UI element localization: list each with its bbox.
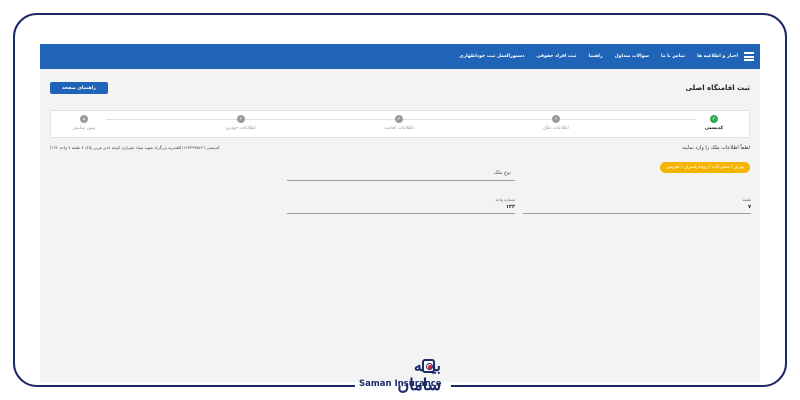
form-instruction: لطفاً اطلاعات ملک را وارد نمایید [682, 145, 750, 151]
step-number: ۴ [237, 115, 245, 123]
step-number: ۳ [395, 115, 403, 123]
logo-emblem-icon [422, 359, 435, 373]
step-postal-code[interactable]: ✓ کدپستی [679, 115, 749, 131]
property-type-select[interactable]: نوع ملک [287, 165, 515, 181]
floor-value: ۷ [747, 204, 751, 210]
nav-item-news[interactable]: اخبار و اطلاعیه ها [697, 54, 738, 59]
step-property-info[interactable]: ۲ اطلاعات ملک [521, 115, 591, 131]
nav-item-guide[interactable]: راهنما [589, 54, 603, 59]
step-label: اطلاعات ملک [543, 126, 569, 131]
progress-stepper: ✓ کدپستی ۲ اطلاعات ملک ۳ اطلاعات اقامت ۴… [50, 110, 750, 138]
property-type-placeholder: نوع ملک [493, 170, 511, 176]
step-preview[interactable]: ۵ پیش نمایش [49, 115, 119, 131]
page-title: ثبت اقامتگاه اصلی [685, 84, 750, 92]
step-vehicle-info[interactable]: ۴ اطلاعات خودرو [206, 115, 276, 131]
unit-number-field[interactable]: شماره واحد ۱۳۲ [287, 194, 515, 214]
step-label: اطلاعات خودرو [226, 126, 256, 131]
page-help-button[interactable]: راهنمای صفحه [50, 82, 108, 94]
nav-item-instructions[interactable]: دستورالعمل ثبت خوداظهاری [459, 54, 524, 59]
nav-item-contact[interactable]: تماس با ما [661, 54, 685, 59]
step-label: اطلاعات اقامت [384, 126, 414, 131]
saman-insurance-logo: بیمه سامان Saman Insurance [357, 356, 442, 394]
address-row: کدپستی:۱۶۶۳۳۳۳۵۶۲۱(قلندریه بزرگراه شهید … [50, 145, 750, 155]
unit-number-value: ۱۳۲ [505, 204, 515, 210]
nav-item-faq[interactable]: سوالات متداول [615, 54, 649, 59]
top-navbar: اخبار و اطلاعیه ها تماس با ما سوالات متد… [40, 44, 760, 69]
step-number: ۵ [80, 115, 88, 123]
check-icon: ✓ [710, 115, 718, 123]
step-residence-info[interactable]: ۳ اطلاعات اقامت [364, 115, 434, 131]
nav-item-legal-entities[interactable]: ثبت افراد حقوقی [536, 54, 576, 59]
postal-code-address: کدپستی:۱۶۶۳۳۳۳۵۶۲۱(قلندریه بزرگراه شهید … [50, 145, 220, 150]
page-header: راهنمای صفحه ثبت اقامتگاه اصلی [50, 82, 750, 98]
app-window: اخبار و اطلاعیه ها تماس با ما سوالات متد… [40, 44, 760, 382]
step-number: ۲ [552, 115, 560, 123]
logo-english-text: Saman Insurance [359, 379, 442, 389]
step-label: کدپستی [704, 126, 724, 131]
location-breadcrumb-badge[interactable]: تهران / شمیرانات / رودبارقصران / تجریش [660, 162, 750, 173]
hamburger-icon[interactable] [744, 52, 754, 61]
step-label: پیش نمایش [72, 126, 96, 131]
floor-label: طبقه [742, 197, 751, 202]
unit-number-label: شماره واحد [495, 197, 515, 202]
floor-field[interactable]: طبقه ۷ [523, 194, 751, 214]
